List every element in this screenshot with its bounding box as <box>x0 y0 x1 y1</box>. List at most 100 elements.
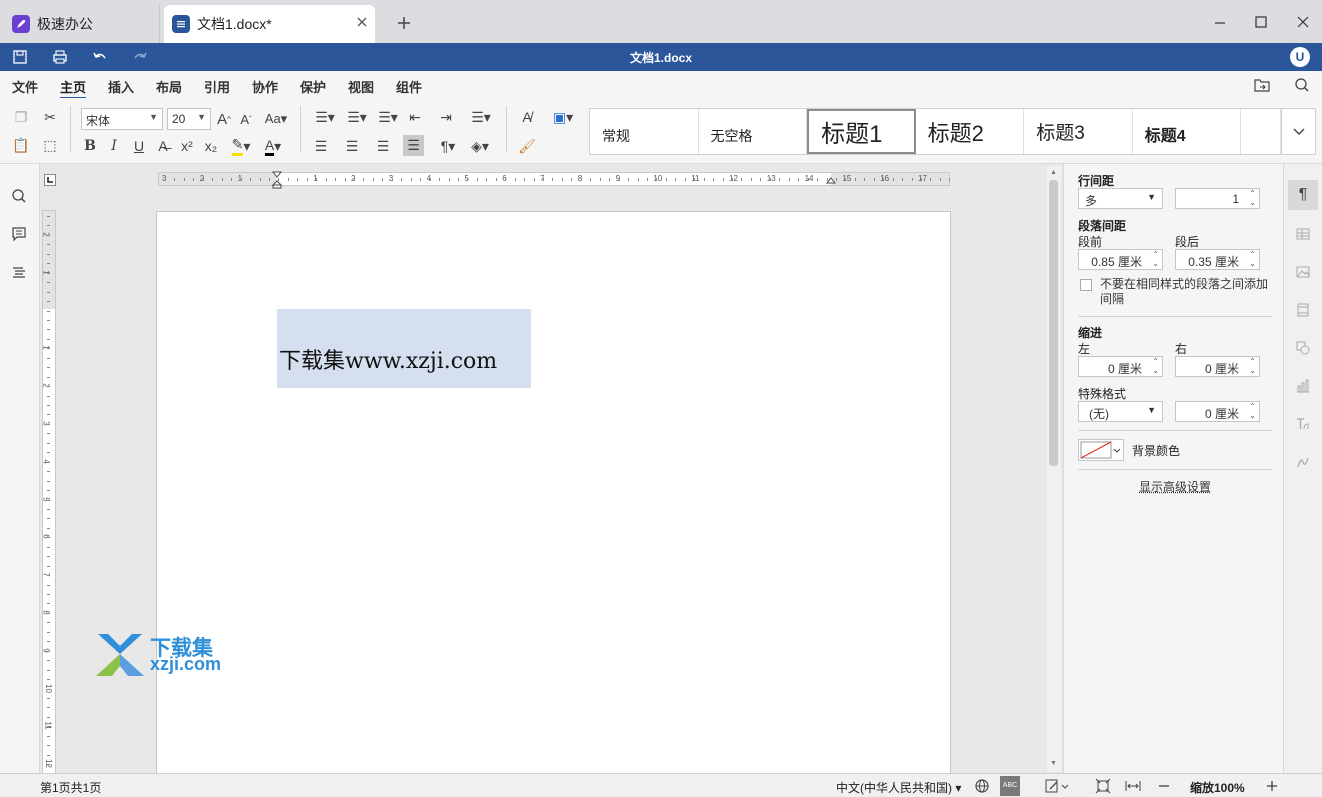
clear-format-icon[interactable]: A̸ <box>518 108 536 126</box>
special-format-select[interactable]: (无) ▼ <box>1078 401 1163 422</box>
header-footer-icon[interactable] <box>1295 302 1311 318</box>
menu-layout[interactable]: 布局 <box>156 77 182 96</box>
increase-indent-icon[interactable]: ⇥ <box>437 108 455 126</box>
maximize-icon[interactable] <box>1253 14 1269 30</box>
line-spacing-icon[interactable]: ☰▾ <box>468 108 494 126</box>
style-heading-2[interactable]: 标题2 <box>916 109 1025 154</box>
menu-home[interactable]: 主页 <box>60 77 87 99</box>
menu-protect[interactable]: 保护 <box>300 77 326 96</box>
font-color-icon[interactable]: A ▾ <box>260 137 286 156</box>
close-tab-icon[interactable] <box>355 15 369 29</box>
horizontal-ruler[interactable]: 3211234567891011121314151617 <box>158 171 951 189</box>
font-size-select[interactable]: 20 ▼ <box>167 108 211 130</box>
show-advanced-settings-link[interactable]: 显示高级设置 <box>1139 478 1211 495</box>
background-color-picker[interactable] <box>1078 439 1124 461</box>
style-heading-3[interactable]: 标题3 <box>1024 109 1133 154</box>
align-center-icon[interactable]: ☰ <box>343 137 361 155</box>
align-left-icon[interactable]: ☰ <box>312 137 330 155</box>
menu-view[interactable]: 视图 <box>348 77 374 96</box>
line-spacing-value-input[interactable]: 1 ⌃ ⌄ <box>1175 188 1260 209</box>
shape-settings-icon[interactable] <box>1295 340 1311 356</box>
paste-icon[interactable]: 📋 <box>12 136 30 154</box>
globe-icon[interactable] <box>974 778 990 794</box>
shrink-font-icon[interactable]: Aˇ <box>237 110 255 128</box>
spacing-before-input[interactable]: 0.85 厘米 ⌃ ⌄ <box>1078 249 1163 270</box>
align-right-icon[interactable]: ☰ <box>374 137 392 155</box>
italic-icon[interactable]: I <box>105 137 123 155</box>
multilevel-list-icon[interactable]: ☰▾ <box>375 108 401 126</box>
style-heading-1[interactable]: 标题1 <box>807 109 916 154</box>
spacing-after-input[interactable]: 0.35 厘米 ⌃ ⌄ <box>1175 249 1260 270</box>
document-page[interactable]: 下载集www.xzji.com <box>156 211 951 781</box>
find-icon[interactable] <box>11 188 27 204</box>
tab-stop-selector[interactable] <box>44 174 56 186</box>
special-indent-input[interactable]: 0 厘米 ⌃ ⌄ <box>1175 401 1260 422</box>
spell-check-icon[interactable]: ABC <box>1000 776 1020 796</box>
indent-right-input[interactable]: 0 厘米 ⌃ ⌄ <box>1175 356 1260 377</box>
scrollbar-thumb[interactable] <box>1049 180 1058 466</box>
style-normal[interactable]: 常规 <box>590 109 699 154</box>
text-art-icon[interactable] <box>1295 416 1311 432</box>
decrease-indent-icon[interactable]: ⇤ <box>406 108 424 126</box>
style-gallery-expand[interactable] <box>1281 109 1315 154</box>
indent-marker-icon[interactable] <box>272 171 282 189</box>
track-changes-icon[interactable] <box>1044 778 1070 794</box>
copy-style-icon[interactable]: ▣ ▾ <box>550 108 576 126</box>
tab-document[interactable]: 文档1.docx* <box>164 5 375 43</box>
superscript-icon[interactable]: x² <box>178 137 196 155</box>
menu-file[interactable]: 文件 <box>12 77 38 96</box>
document-text-selected[interactable]: 下载集www.xzji.com <box>277 309 531 388</box>
bold-icon[interactable]: B <box>81 137 99 155</box>
copy-icon[interactable]: ❐ <box>12 108 30 126</box>
vertical-scrollbar[interactable]: ▲ ▼ <box>1047 166 1061 772</box>
font-family-select[interactable]: 宋体 ▼ <box>81 108 163 130</box>
menu-references[interactable]: 引用 <box>204 77 230 96</box>
format-painter-icon[interactable]: 🖌 <box>518 137 536 155</box>
new-tab-icon[interactable] <box>396 15 412 31</box>
ruler-tick <box>47 310 50 312</box>
fit-width-icon[interactable] <box>1125 778 1141 794</box>
no-space-checkbox[interactable] <box>1080 279 1092 291</box>
cut-icon[interactable]: ✂ <box>41 108 59 126</box>
vertical-ruler[interactable]: 21123456789101112 <box>42 210 56 775</box>
tab-home[interactable]: 极速办公 <box>0 5 160 43</box>
right-indent-marker-icon[interactable] <box>826 176 836 186</box>
language-select[interactable]: 中文(中华人民共和国) ▾ <box>836 779 961 796</box>
ruler-tick <box>363 178 365 181</box>
style-no-spacing[interactable]: 无空格 <box>699 109 808 154</box>
subscript-icon[interactable]: x₂ <box>202 137 220 155</box>
select-all-icon[interactable]: ⬚ <box>41 136 59 154</box>
change-case-icon[interactable]: Aa▾ <box>262 110 290 128</box>
menu-insert[interactable]: 插入 <box>108 77 134 96</box>
style-heading-4[interactable]: 标题4 <box>1133 109 1242 154</box>
menu-collaborate[interactable]: 协作 <box>252 77 278 96</box>
chart-settings-icon[interactable] <box>1295 378 1311 394</box>
justify-icon[interactable]: ☰ <box>403 135 424 156</box>
open-location-icon[interactable] <box>1254 77 1270 93</box>
signature-icon[interactable] <box>1295 454 1311 470</box>
bullet-list-icon[interactable]: ☰▾ <box>312 108 338 126</box>
navigation-icon[interactable] <box>11 264 27 280</box>
line-spacing-mode-select[interactable]: 多 ▼ <box>1078 188 1163 209</box>
shading-icon[interactable]: ◈▾ <box>467 137 493 155</box>
paragraph-marks-icon[interactable]: ¶▾ <box>435 137 461 155</box>
comment-icon[interactable] <box>11 226 27 242</box>
avatar[interactable]: U <box>1290 47 1310 67</box>
highlight-color-icon[interactable]: ✎ ▾ <box>228 136 254 156</box>
search-icon[interactable] <box>1294 77 1310 93</box>
image-settings-icon[interactable] <box>1295 264 1311 280</box>
table-settings-icon[interactable] <box>1295 226 1311 242</box>
numbered-list-icon[interactable]: ☰▾ <box>344 108 370 126</box>
zoom-out-icon[interactable] <box>1156 778 1172 794</box>
zoom-in-icon[interactable] <box>1264 778 1280 794</box>
minimize-icon[interactable] <box>1212 14 1228 30</box>
menu-plugins[interactable]: 组件 <box>396 77 422 96</box>
window-close-icon[interactable] <box>1295 14 1311 30</box>
ruler-tick <box>47 764 50 766</box>
indent-left-input[interactable]: 0 厘米 ⌃ ⌄ <box>1078 356 1163 377</box>
grow-font-icon[interactable]: A ^ <box>215 110 233 128</box>
strikethrough-icon[interactable]: A̶ <box>154 137 172 155</box>
underline-icon[interactable]: U <box>130 137 148 155</box>
fit-page-icon[interactable] <box>1095 778 1111 794</box>
paragraph-settings-tab[interactable]: ¶ <box>1288 180 1318 210</box>
